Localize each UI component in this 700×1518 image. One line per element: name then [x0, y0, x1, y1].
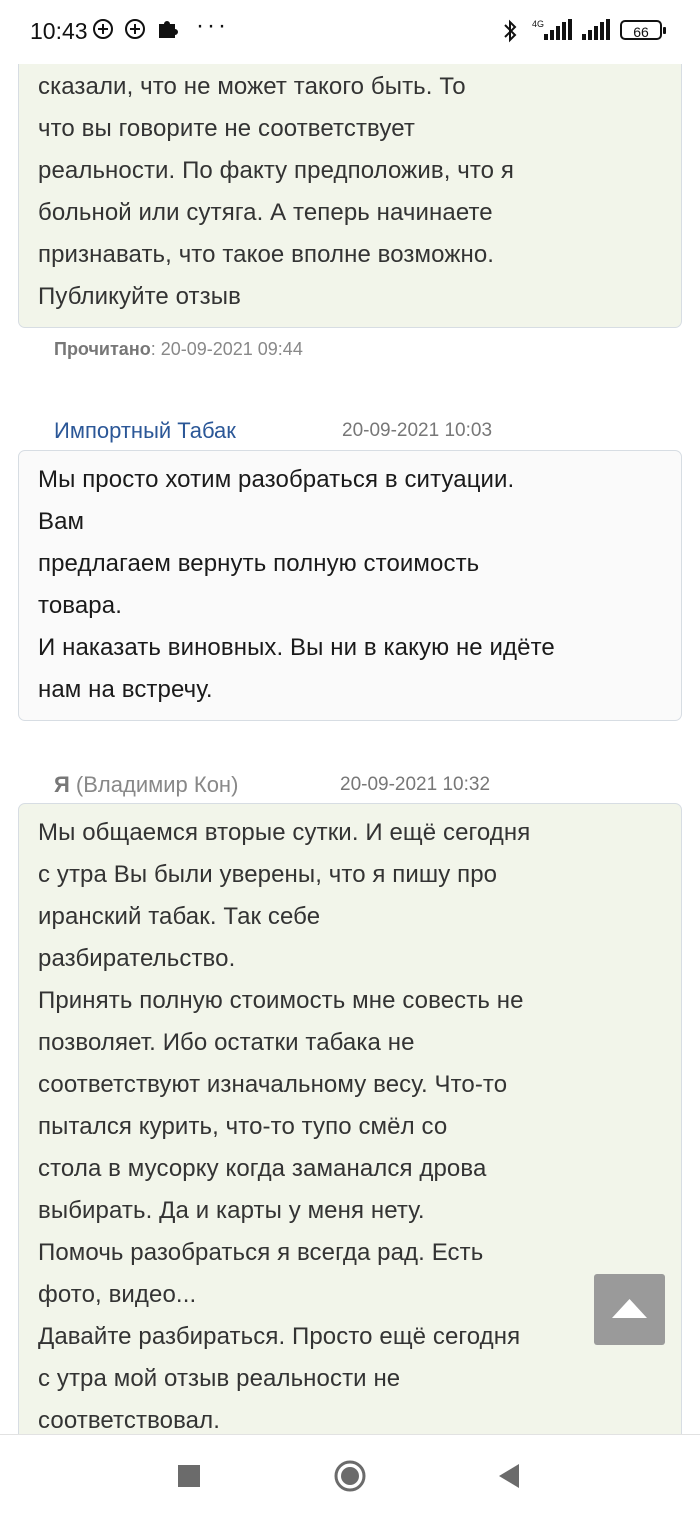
- message-line: позволяет. Ибо остатки табака не: [38, 1029, 415, 1056]
- circle-icon[interactable]: [333, 1459, 367, 1498]
- message-line: Давайте разбираться. Просто ещё сегодня: [38, 1323, 521, 1350]
- message-line: что вы говорите не соответствует: [38, 115, 415, 142]
- puzzle-icon: [156, 18, 178, 40]
- message-line: иранский табак. Так себе: [38, 903, 321, 930]
- message-line: Помочь разобраться я всегда рад. Есть: [38, 1239, 484, 1266]
- add-circle-icon: [124, 18, 146, 40]
- message-line: Мы просто хотим разобраться в ситуации.: [38, 466, 515, 493]
- message-line: стола в мусорку когда заманался дрова: [38, 1155, 487, 1182]
- scroll-to-top-button[interactable]: [594, 1274, 665, 1345]
- message-line: Вам: [38, 508, 85, 535]
- message-line: выбирать. Да и карты у меня нету.: [38, 1197, 425, 1224]
- message-line: соответствуют изначальному весу. Что-то: [38, 1071, 508, 1098]
- message-line: с утра Вы были уверены, что я пишу про: [38, 861, 498, 888]
- message-line: Публикуйте отзыв: [38, 283, 241, 310]
- message-line: разбирательство.: [38, 945, 236, 972]
- message-line: больной или сутяга. А теперь начинаете: [38, 199, 493, 226]
- status-bar: 10:43 ··· 4G 66: [0, 0, 700, 64]
- signal-4g-icon: 4G: [530, 18, 574, 40]
- message-line: пытался курить, что-то тупо смёл со: [38, 1113, 448, 1140]
- message-line: реальности. По факту предположив, что я: [38, 157, 514, 184]
- message-line: Мы общаемся вторые сутки. И ещё сегодня: [38, 819, 531, 846]
- message-timestamp: 20-09-2021 10:32: [340, 774, 491, 795]
- message-line: И наказать виновных. Вы ни в какую не ид…: [38, 634, 555, 661]
- message-line: фото, видео...: [38, 1281, 197, 1308]
- message-author-shop[interactable]: Импортный Табак: [54, 418, 236, 444]
- add-circle-icon: [92, 18, 114, 40]
- bluetooth-icon: [500, 19, 522, 43]
- more-notifications-icon: ···: [196, 12, 229, 39]
- battery-icon: 66: [620, 20, 666, 40]
- message-line: с утра мой отзыв реальности не: [38, 1365, 401, 1392]
- read-label: Прочитано: [54, 339, 151, 359]
- author-prefix: Я: [54, 772, 70, 797]
- read-time: : 20-09-2021 09:44: [150, 339, 303, 359]
- message-line: сказали, что не может такого быть. То: [38, 73, 466, 100]
- caret-up-icon: [612, 1299, 647, 1318]
- status-time: 10:43: [30, 18, 88, 44]
- message-line: Принять полную стоимость мне совесть не: [38, 987, 524, 1014]
- message-author-me: Я (Владимир Кон): [54, 772, 238, 798]
- message-line: нам на встречу.: [38, 676, 213, 703]
- message-line: признавать, что такое вполне возможно.: [38, 241, 495, 268]
- triangle-back-icon[interactable]: [497, 1463, 521, 1494]
- message-timestamp: 20-09-2021 10:03: [342, 420, 493, 441]
- navigation-bar: [0, 1434, 700, 1518]
- message-line: предлагаем вернуть полную стоимость: [38, 550, 480, 577]
- message-line: товара.: [38, 592, 122, 619]
- read-receipt: Прочитано: 20-09-2021 09:44: [54, 339, 303, 360]
- signal-icon: [580, 18, 614, 40]
- square-icon[interactable]: [177, 1464, 201, 1493]
- author-name: (Владимир Кон): [69, 772, 239, 797]
- network-type-text: 4G: [532, 19, 544, 29]
